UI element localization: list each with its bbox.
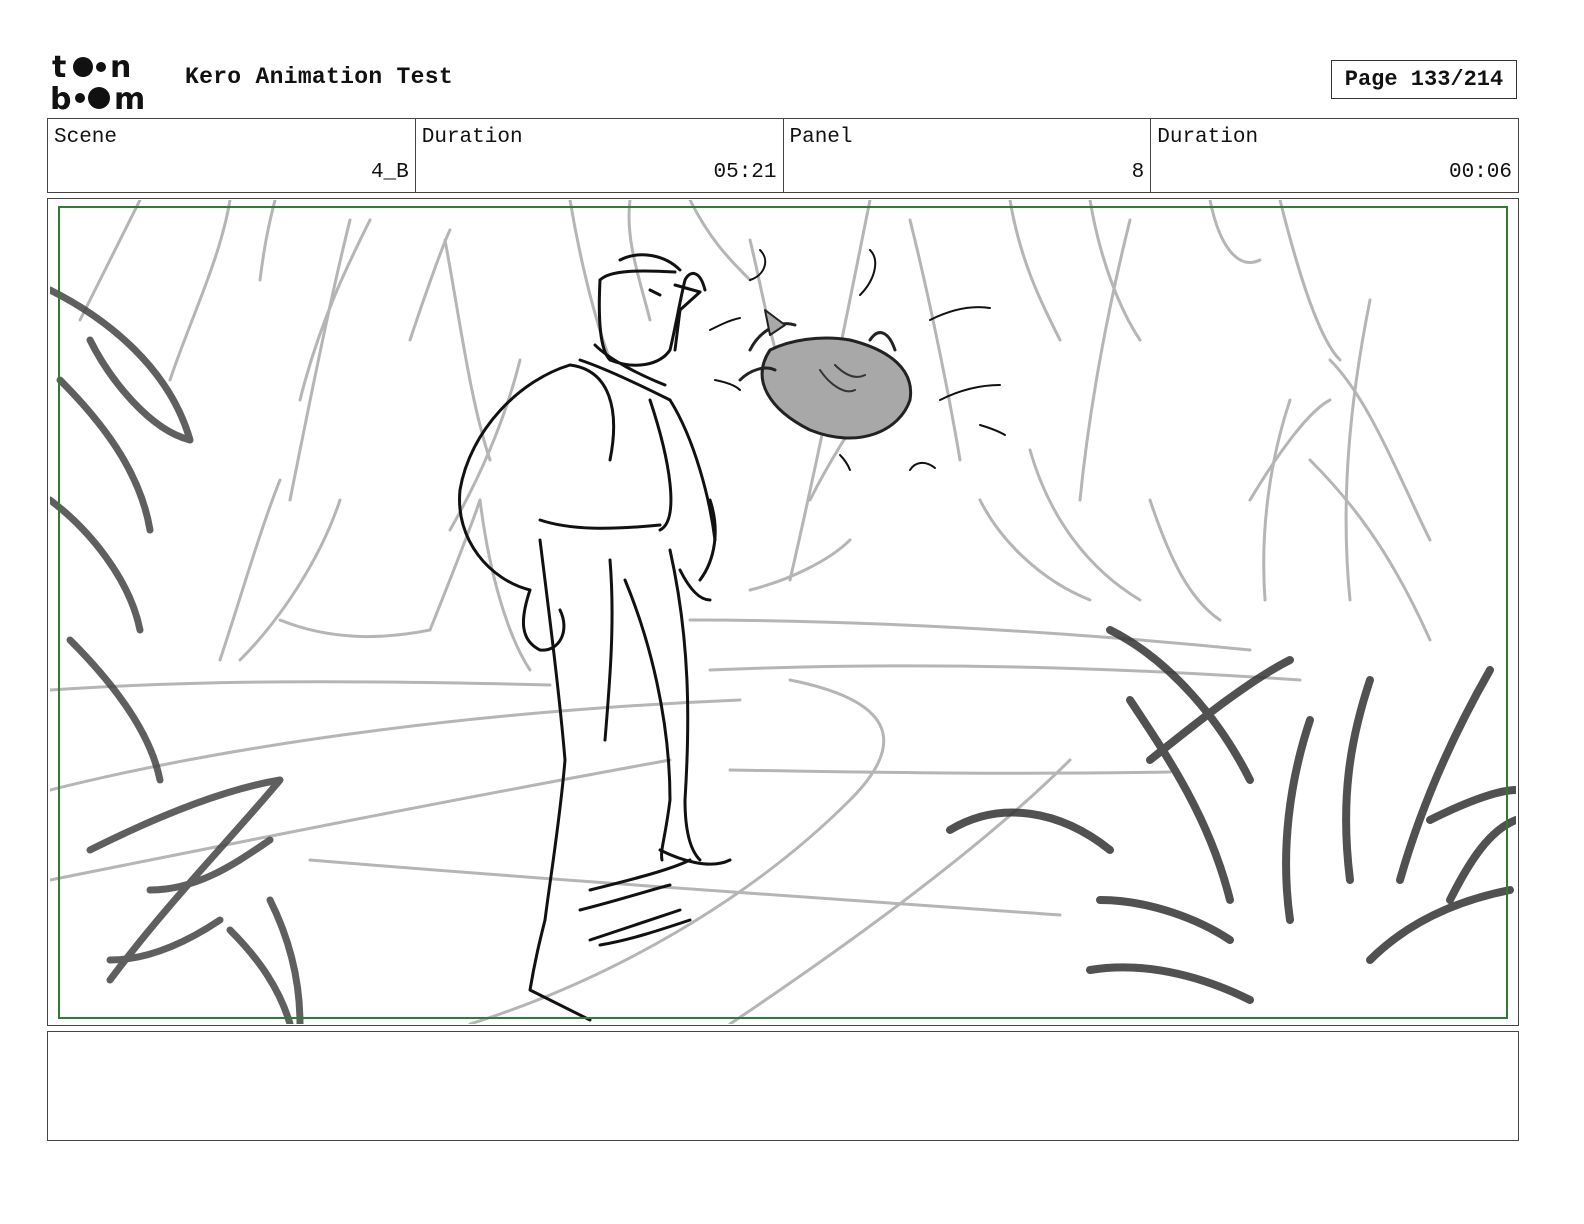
project-title: Kero Animation Test: [185, 64, 453, 90]
panel-duration-label: Duration: [1157, 126, 1259, 149]
scene-duration-label: Duration: [421, 126, 523, 149]
scene-info-row: Scene 4_B Duration 05:21 Panel 8 Duratio…: [47, 118, 1519, 193]
page-label: Page 133/214: [1344, 67, 1504, 92]
panel-duration-value: 00:06: [1448, 161, 1512, 184]
svg-text:m: m: [114, 82, 145, 112]
svg-text:t: t: [52, 50, 66, 85]
scene-value: 4_B: [370, 161, 409, 184]
scene-duration-value: 05:21: [713, 161, 777, 184]
panel-value: 8: [1131, 161, 1145, 184]
svg-text:n: n: [110, 50, 131, 85]
panel-image-border: [58, 206, 1508, 1019]
panel-cell: Panel 8: [784, 119, 1152, 192]
toon-boom-logo: t n b m: [50, 50, 145, 112]
scene-duration-cell: Duration 05:21: [416, 119, 784, 192]
scene-cell: Scene 4_B: [48, 119, 416, 192]
page-number: Page 133/214: [1331, 60, 1517, 99]
panel-label: Panel: [789, 126, 853, 149]
svg-text:b: b: [50, 82, 71, 112]
panel-notes-box: [47, 1031, 1519, 1141]
scene-label: Scene: [54, 126, 118, 149]
panel-duration-cell: Duration 00:06: [1151, 119, 1518, 192]
